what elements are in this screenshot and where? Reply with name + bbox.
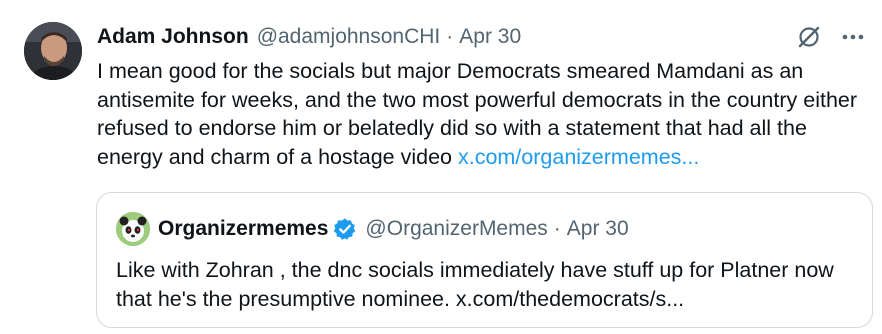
separator-dot: · (446, 25, 454, 48)
quoted-tweet-text: Like with Zohran , the dnc socials immed… (116, 258, 834, 311)
author-name[interactable]: Adam Johnson (97, 25, 249, 49)
tweet-actions (794, 22, 868, 52)
tweet-header: Adam Johnson @adamjohnsonCHI · Apr 30 (97, 23, 521, 51)
quoted-tweet-date: Apr 30 (566, 217, 629, 240)
quoted-tweet[interactable]: Organizermemes @OrganizerMemes · Apr 30 … (96, 192, 873, 328)
quoted-tweet-header: Organizermemes @OrganizerMemes · Apr 30 (158, 214, 629, 244)
author-avatar[interactable] (24, 22, 82, 80)
author-handle[interactable]: @adamjohnsonCHI (257, 25, 441, 49)
more-icon[interactable] (838, 22, 868, 52)
quoted-author-name: Organizermemes (158, 217, 329, 240)
tweet-link[interactable]: x.com/organizermemes... (458, 145, 699, 169)
quoted-separator-dot: · (553, 217, 561, 240)
grok-icon[interactable] (794, 22, 824, 52)
verified-badge-icon (333, 217, 357, 241)
tweet[interactable]: Adam Johnson @adamjohnsonCHI · Apr 30 I … (0, 0, 882, 334)
tweet-date[interactable]: Apr 30 (459, 25, 521, 49)
quoted-author-avatar[interactable] (116, 212, 150, 246)
quoted-author-handle: @OrganizerMemes (365, 217, 548, 240)
tweet-text: I mean good for the socials but major De… (97, 57, 877, 171)
